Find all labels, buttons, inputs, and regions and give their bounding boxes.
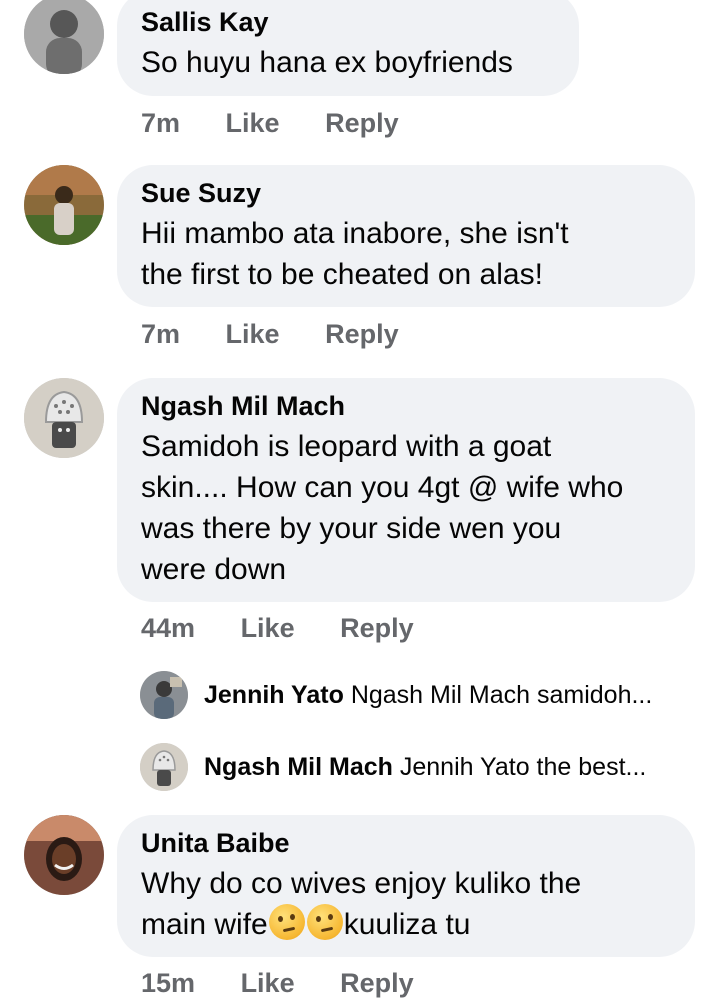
thinking-face-icon [268,904,305,940]
comment-time: 15m [141,968,196,998]
comment-author[interactable]: Sallis Kay [141,2,555,42]
comment-author[interactable]: Unita Baibe [141,823,671,863]
reply-preview-text: Jennih Yato Ngash Mil Mach samidoh... [204,679,652,711]
like-button[interactable]: Like [226,319,280,350]
comment-bubble: Unita Baibe Why do co wives enjoy kuliko… [117,815,695,957]
comment-time: 44m [141,613,196,643]
comment-actions: 7m Like Reply [141,319,437,350]
comment-text-line: main wife kuuliza tu [141,904,671,945]
comment-actions: 15m Like Reply [141,968,452,999]
comment-bubble: Ngash Mil Mach Samidoh is leopard with a… [117,378,695,602]
reply-snippet: Ngash Mil Mach samidoh... [350,681,653,709]
comment-text-line: Why do co wives enjoy kuliko the [141,867,582,900]
comment-text-line: the first to be cheated on alas! [141,258,543,291]
comment-text-segment: kuuliza tu [343,908,471,941]
comment-bubble: Sallis Kay So huyu hana ex boyfriends [117,0,579,96]
like-button[interactable]: Like [241,968,295,999]
comment-text-line: were down [141,553,287,586]
reply-button[interactable]: Reply [325,108,399,139]
reply-preview[interactable]: Jennih Yato Ngash Mil Mach samidoh... [140,671,710,719]
comment-text: So huyu hana ex boyfriends [141,46,513,79]
avatar[interactable] [24,0,104,74]
comment-text-line: Hii mambo ata inabore, she isn't [141,217,569,250]
reply-preview[interactable]: Ngash Mil Mach Jennih Yato the best... [140,743,710,791]
reply-button[interactable]: Reply [325,319,399,350]
avatar[interactable] [24,815,104,895]
avatar[interactable] [24,165,104,245]
reply-author[interactable]: Jennih Yato [204,681,344,709]
comment-actions: 7m Like Reply [141,108,437,139]
avatar[interactable] [140,743,188,791]
comment-text-line: Samidoh is leopard with a goat [141,430,552,463]
like-button[interactable]: Like [226,108,280,139]
comment-text-line: was there by your side wen you [141,512,562,545]
reply-button[interactable]: Reply [340,968,414,999]
comment-text-segment: main wife [141,908,268,941]
comment-text-line: skin.... How can you 4gt @ wife who [141,471,624,504]
reply-snippet: Jennih Yato the best... [399,753,647,781]
comment-time: 7m [141,319,181,349]
comment-time: 7m [141,108,181,138]
comment-author[interactable]: Sue Suzy [141,173,671,213]
comment-bubble: Sue Suzy Hii mambo ata inabore, she isn'… [117,165,695,307]
like-button[interactable]: Like [241,613,295,644]
avatar[interactable] [140,671,188,719]
avatar[interactable] [24,378,104,458]
comment-actions: 44m Like Reply [141,613,452,644]
reply-author[interactable]: Ngash Mil Mach [204,753,393,781]
thinking-face-icon [306,904,343,940]
reply-preview-text: Ngash Mil Mach Jennih Yato the best... [204,751,646,783]
comment-author[interactable]: Ngash Mil Mach [141,386,671,426]
reply-button[interactable]: Reply [340,613,414,644]
